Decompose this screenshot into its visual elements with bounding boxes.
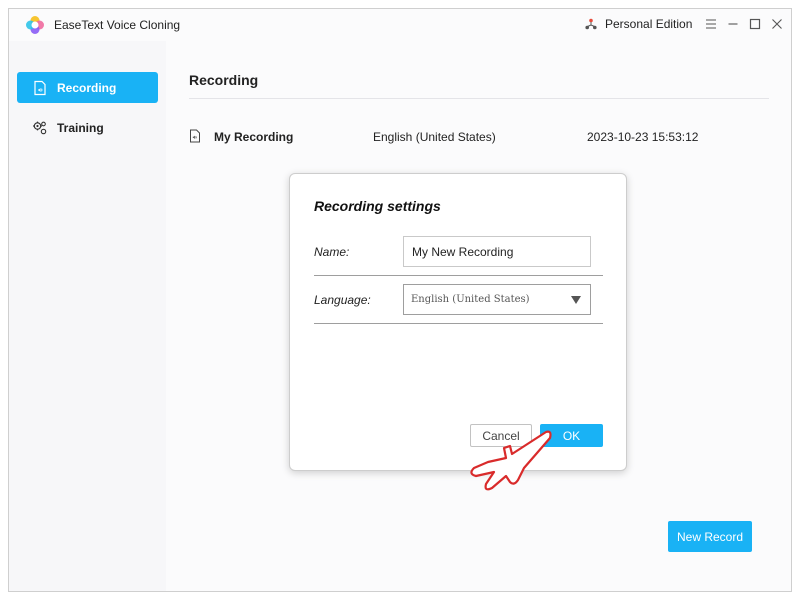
- name-input[interactable]: [403, 236, 591, 267]
- language-select-value: English (United States): [411, 294, 530, 305]
- sidebar-item-label: Training: [57, 120, 104, 135]
- language-label: Language:: [314, 293, 371, 307]
- cancel-button[interactable]: Cancel: [470, 424, 532, 447]
- divider: [189, 98, 769, 99]
- close-button[interactable]: [769, 15, 785, 33]
- maximize-button[interactable]: [747, 15, 763, 33]
- divider: [314, 323, 603, 324]
- name-label: Name:: [314, 245, 350, 259]
- sidebar-item-recording[interactable]: Recording: [17, 72, 158, 103]
- sidebar-item-label: Recording: [57, 80, 117, 95]
- minimize-button[interactable]: [725, 15, 741, 33]
- divider: [314, 275, 603, 276]
- dialog-title: Recording settings: [314, 198, 441, 214]
- recording-language: English (United States): [373, 130, 496, 144]
- recording-name: My Recording: [214, 130, 294, 144]
- menu-icon: [706, 19, 716, 29]
- close-icon: [772, 19, 782, 29]
- app-logo-icon: [26, 16, 44, 34]
- recording-date: 2023-10-23 15:53:12: [587, 130, 699, 144]
- menu-button[interactable]: [703, 15, 719, 33]
- page-title: Recording: [189, 72, 259, 88]
- chevron-down-icon: [571, 296, 581, 304]
- network-icon: [585, 18, 597, 30]
- maximize-icon: [749, 18, 761, 30]
- recording-settings-dialog: Recording settings Name: Language: Engli…: [289, 173, 627, 471]
- app-title: EaseText Voice Cloning: [54, 18, 181, 32]
- ok-button[interactable]: OK: [540, 424, 603, 447]
- edition-label: Personal Edition: [605, 17, 693, 31]
- window-controls: [703, 15, 785, 33]
- list-item[interactable]: My Recording English (United States) 202…: [189, 129, 769, 147]
- audio-file-icon: [34, 80, 46, 95]
- gears-icon: [33, 121, 47, 134]
- edition-badge[interactable]: Personal Edition: [585, 17, 692, 31]
- sidebar-item-training[interactable]: Training: [17, 112, 158, 143]
- language-select[interactable]: English (United States): [403, 284, 591, 315]
- audio-file-icon: [190, 129, 200, 143]
- sidebar: Recording Training: [9, 41, 166, 591]
- new-record-button[interactable]: New Record: [668, 521, 752, 552]
- title-bar: EaseText Voice Cloning Personal Edition: [9, 9, 791, 41]
- minimize-icon: [728, 23, 738, 25]
